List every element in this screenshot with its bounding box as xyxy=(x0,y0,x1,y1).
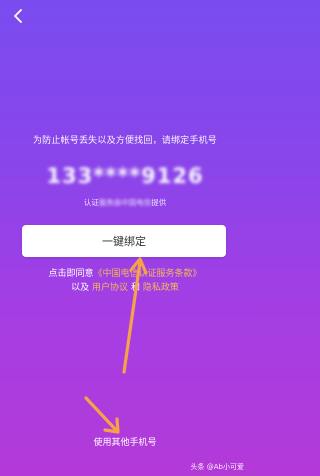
use-other-phone-link[interactable]: 使用其他手机号 xyxy=(0,435,250,448)
arrow-to-other-phone xyxy=(84,396,118,432)
annotation-arrows xyxy=(84,257,148,434)
watermark: 头条 @Ab小可爱 xyxy=(190,463,244,471)
arrow-to-bind-button xyxy=(122,260,142,374)
